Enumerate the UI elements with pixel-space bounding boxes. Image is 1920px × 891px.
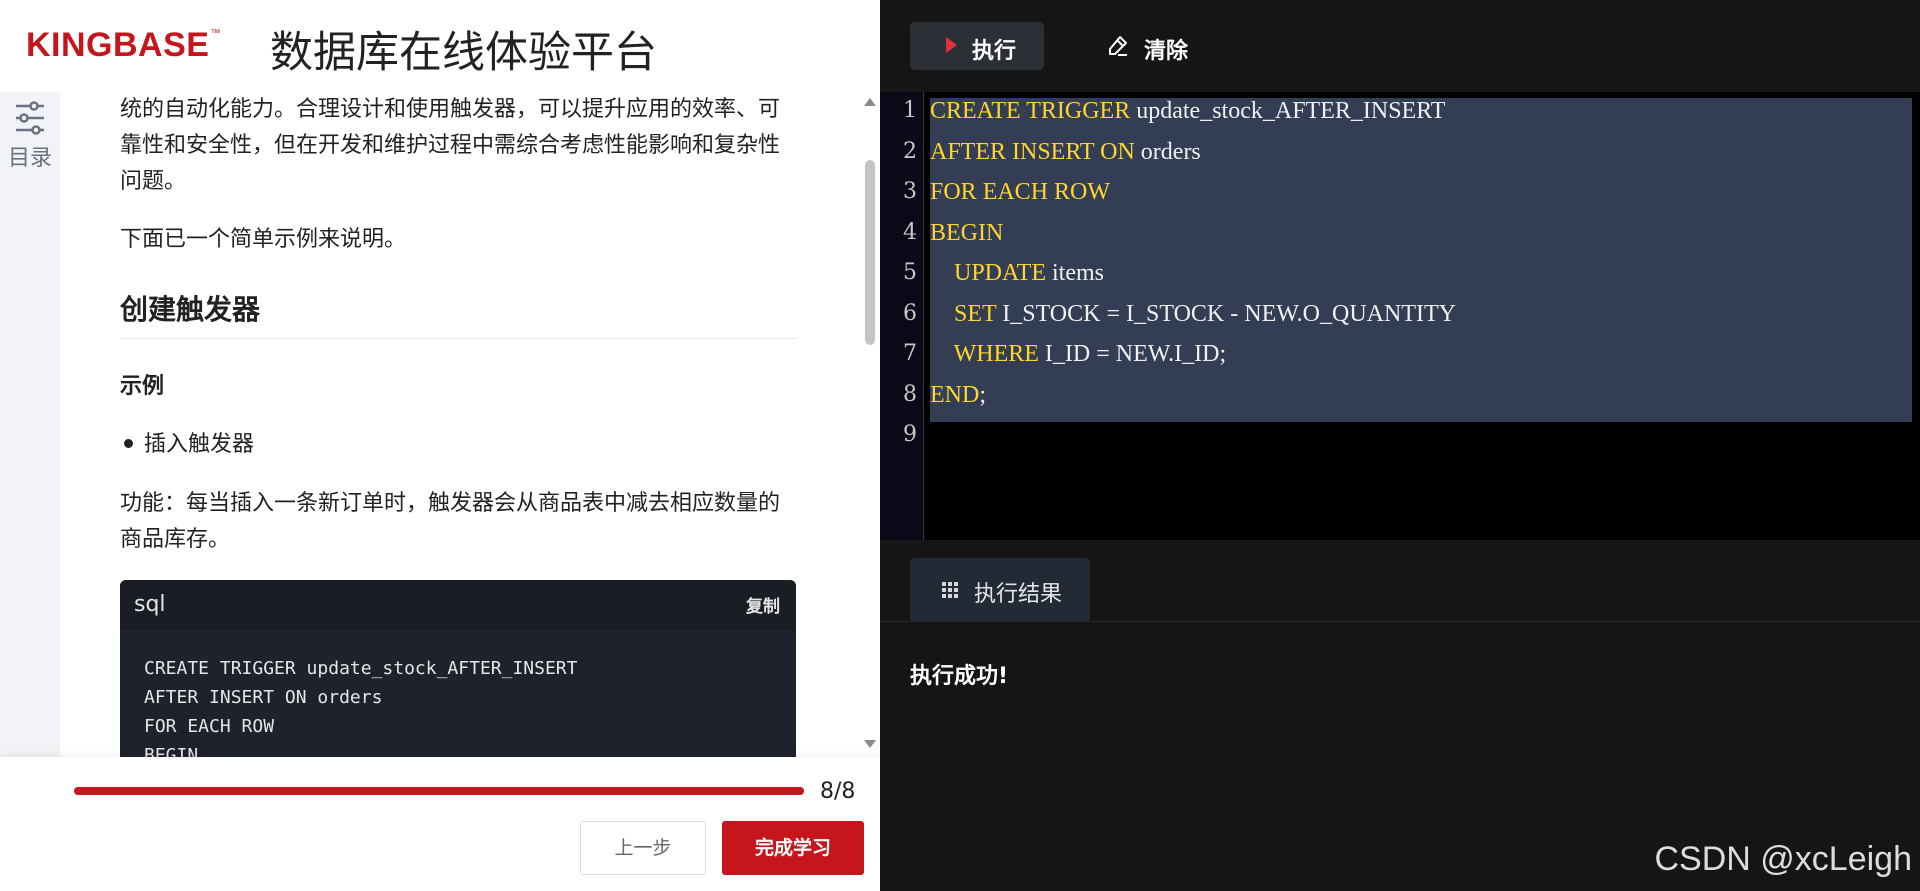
code-line[interactable]: CREATE TRIGGER update_stock_AFTER_INSERT [930, 98, 1445, 125]
execute-button-label: 执行 [972, 39, 1017, 64]
sql-keyword: CREATE TRIGGER [930, 98, 1131, 124]
previous-step-button[interactable]: 上一步 [580, 821, 706, 875]
sql-keyword: SET [954, 300, 997, 327]
scrollbar-thumb[interactable] [865, 160, 875, 345]
sql-text: orders [1134, 138, 1201, 165]
function-paragraph: 功能：每当插入一条新订单时，触发器会从商品表中减去相应数量的商品库存。 [120, 491, 781, 552]
code-block-header: sql 复制 [120, 580, 796, 630]
progress-counter: 8/8 [820, 779, 856, 804]
finish-learning-button[interactable]: 完成学习 [722, 821, 864, 875]
list-item-label: 插入触发器 [144, 432, 255, 457]
sql-keyword: AFTER INSERT ON [930, 138, 1135, 165]
results-tab-bar: 执行结果 [880, 540, 1920, 622]
play-icon [946, 37, 957, 53]
sql-keyword: BEGIN [930, 219, 1004, 246]
intro-paragraph: 统的自动化能力。合理设计和使用触发器，可以提升应用的效率、可靠性和安全性，但在开… [120, 97, 781, 194]
code-line[interactable]: BEGIN [930, 220, 1003, 247]
results-tab-label: 执行结果 [974, 582, 1063, 607]
sql-workspace: 执行 清除 1 2 3 4 5 6 7 8 9 CREATE TRIGGER update_st… [880, 0, 1920, 891]
content-scrollbar[interactable] [860, 92, 880, 757]
line-number: 7 [903, 341, 917, 366]
execution-status-message: 执行成功! [910, 664, 1009, 689]
tutorial-content[interactable]: 统的自动化能力。合理设计和使用触发器，可以提升应用的效率、可靠性和安全性，但在开… [60, 92, 860, 757]
code-block-content: CREATE TRIGGER update_stock_AFTER_INSERT… [144, 658, 578, 757]
sliders-icon[interactable] [14, 100, 46, 136]
code-language-label: sql [134, 592, 166, 617]
editor-toolbar: 执行 清除 [880, 0, 1920, 92]
line-number: 3 [903, 179, 917, 204]
csdn-watermark: CSDN @xcLeigh [1654, 840, 1913, 878]
grid-icon [942, 582, 960, 600]
sql-text: I_ID = NEW.I_ID; [1038, 341, 1227, 367]
list-item: 插入触发器 [124, 426, 255, 458]
code-line[interactable]: SET I_STOCK = I_STOCK - NEW.O_QUANTITY [930, 301, 1456, 328]
sql-text: update_stock_AFTER_INSERT [1130, 98, 1446, 124]
line-number: 1 [903, 98, 917, 123]
code-line[interactable]: AFTER INSERT ON orders [930, 139, 1201, 166]
code-line[interactable]: FOR EACH ROW [930, 179, 1110, 206]
line-number: 6 [903, 300, 917, 326]
progress-bar-fill [74, 787, 804, 795]
lesson-footer: 8/8 上一步 完成学习 [0, 757, 880, 891]
code-line[interactable]: WHERE I_ID = NEW.I_ID; [930, 341, 1227, 368]
toc-sidebar[interactable]: 目录 [0, 92, 60, 757]
sql-text: items [1046, 260, 1105, 286]
sql-text: I_STOCK = I_STOCK - NEW.O_QUANTITY [996, 300, 1456, 327]
line-number: 4 [903, 219, 917, 245]
line-number: 2 [903, 138, 917, 164]
code-line[interactable]: END; [930, 382, 986, 409]
code-block: sql 复制 CREATE TRIGGER update_stock_AFTER… [120, 580, 796, 757]
sql-keyword: FOR EACH ROW [930, 179, 1111, 205]
sql-keyword: WHERE [953, 341, 1039, 367]
eraser-icon [1109, 36, 1127, 56]
copy-button[interactable]: 复制 [746, 592, 780, 617]
line-number: 9 [903, 422, 917, 447]
code-line[interactable]: UPDATE items [930, 260, 1104, 287]
sql-keyword: END [930, 381, 980, 408]
sql-keyword: UPDATE [954, 260, 1047, 286]
bullet-dot-icon [124, 439, 133, 448]
scroll-down-arrow-icon[interactable] [864, 740, 876, 748]
tutorial-panel: KINGBASE™ 数据库在线体验平台 目录 统的自动化能力。合理设计和使用触发… [0, 0, 880, 891]
line-number-gutter: 1 2 3 4 5 6 7 8 9 [880, 92, 924, 540]
sql-text: ; [979, 381, 986, 408]
example-intro-paragraph: 下面已一个简单示例来说明。 [120, 227, 407, 252]
line-number: 8 [903, 381, 917, 407]
sql-editor[interactable]: 1 2 3 4 5 6 7 8 9 CREATE TRIGGER update_stock_AF… [880, 92, 1920, 540]
kingbase-logo: KINGBASE™ [26, 26, 221, 64]
subheading-example: 示例 [120, 374, 165, 399]
line-number: 5 [903, 260, 917, 285]
scroll-up-arrow-icon[interactable] [864, 98, 876, 106]
execute-button[interactable]: 执行 [910, 22, 1044, 70]
clear-button[interactable]: 清除 [1102, 22, 1232, 70]
section-heading-create-trigger: 创建触发器 [120, 288, 796, 339]
page-title: 数据库在线体验平台 [270, 28, 657, 78]
brand-header: KINGBASE™ 数据库在线体验平台 [0, 0, 880, 92]
progress-bar [74, 787, 804, 795]
toc-label[interactable]: 目录 [8, 140, 52, 172]
clear-button-label: 清除 [1144, 39, 1189, 64]
tab-execution-results[interactable]: 执行结果 [910, 558, 1090, 622]
